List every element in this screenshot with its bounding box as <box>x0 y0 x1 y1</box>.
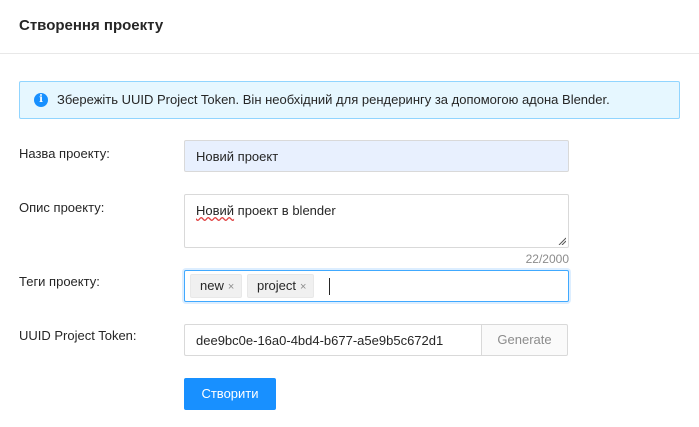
tags-input[interactable]: new × project × <box>184 270 569 302</box>
project-name-value: Новий проект <box>196 149 279 164</box>
modal-header: Створення проекту <box>0 0 699 54</box>
tag-project: project × <box>247 274 315 298</box>
project-description-textarea[interactable]: Новий проект в blender <box>184 194 569 248</box>
info-icon: i <box>34 93 48 107</box>
project-description-value: Новий проект в blender <box>196 203 336 218</box>
tag-label: new <box>200 278 224 293</box>
resize-grip-icon[interactable] <box>558 237 566 245</box>
page-title: Створення проекту <box>19 17 164 34</box>
char-counter: 22/2000 <box>525 252 569 266</box>
close-icon[interactable]: × <box>300 281 306 293</box>
uuid-token-label: UUID Project Token: <box>19 328 137 343</box>
project-name-input[interactable]: Новий проект <box>184 140 569 172</box>
tag-label: project <box>257 278 297 293</box>
project-name-label: Назва проекту: <box>19 146 110 161</box>
project-description-label: Опис проекту: <box>19 200 105 215</box>
uuid-token-input[interactable]: dee9bc0e-16a0-4bd4-b677-a5e9b5c672d1 <box>184 324 481 356</box>
close-icon[interactable]: × <box>228 281 234 293</box>
description-rest: проект в blender <box>234 203 336 218</box>
create-button[interactable]: Створити <box>184 378 276 410</box>
alert-text: Збережіть UUID Project Token. Він необхі… <box>57 92 610 107</box>
text-caret <box>329 278 330 295</box>
misspelled-word: Новий <box>196 203 235 218</box>
generate-button[interactable]: Generate <box>481 324 568 356</box>
info-alert: i Збережіть UUID Project Token. Він необ… <box>19 81 680 119</box>
tag-new: new × <box>190 274 243 298</box>
uuid-token-value: dee9bc0e-16a0-4bd4-b677-a5e9b5c672d1 <box>196 333 444 348</box>
project-tags-label: Теги проекту: <box>19 274 100 289</box>
token-group: dee9bc0e-16a0-4bd4-b677-a5e9b5c672d1 Gen… <box>184 324 568 356</box>
